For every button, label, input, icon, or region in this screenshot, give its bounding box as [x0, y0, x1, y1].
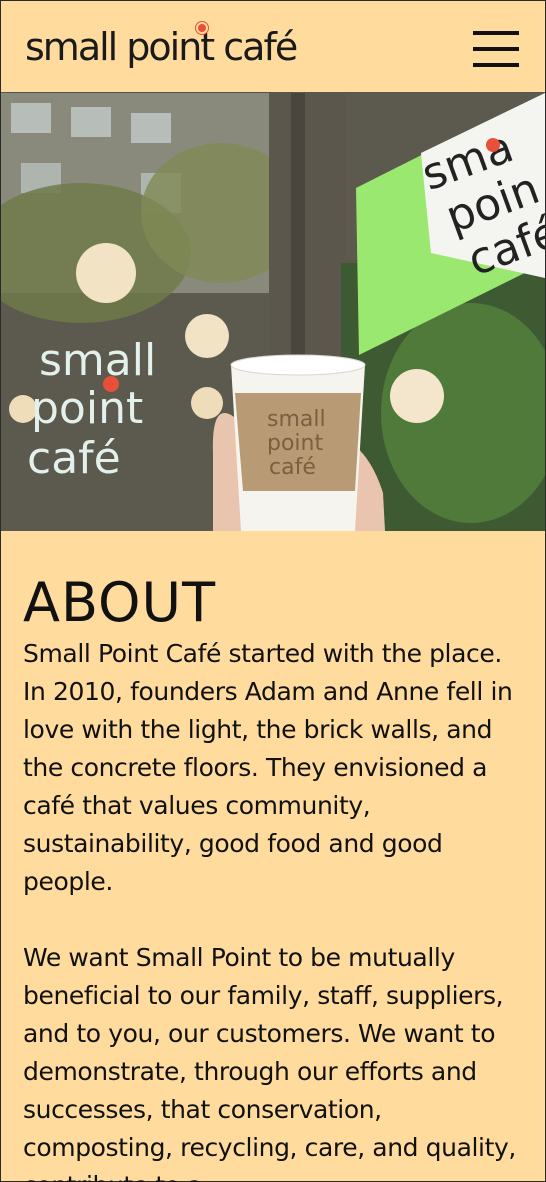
menu-bar [473, 47, 519, 51]
logo-dot-icon [196, 22, 208, 34]
hamburger-menu-icon[interactable] [473, 27, 519, 71]
cup-line: small [267, 407, 326, 432]
about-section: ABOUT Small Point Café started with the … [1, 531, 545, 1182]
window-logo-line: café [27, 433, 121, 484]
hero-photo: small point café sma poin café small poi… [1, 93, 545, 531]
hero-illustration: small point café sma poin café small poi… [1, 93, 545, 531]
cup-line: point [267, 431, 323, 456]
about-paragraph: Small Point Café started with the place.… [23, 639, 513, 896]
menu-bar [473, 31, 519, 35]
site-header: small point café [1, 1, 545, 93]
cup-line: café [269, 455, 316, 480]
about-paragraph: We want Small Point to be mutually benef… [23, 943, 516, 1182]
window-logo-line: small [39, 335, 156, 386]
menu-bar [473, 63, 519, 67]
about-heading: ABOUT [23, 571, 217, 634]
window-logo-line: point [31, 383, 143, 434]
site-logo[interactable]: small point café [25, 15, 345, 79]
logo-text: small point café [25, 25, 298, 69]
